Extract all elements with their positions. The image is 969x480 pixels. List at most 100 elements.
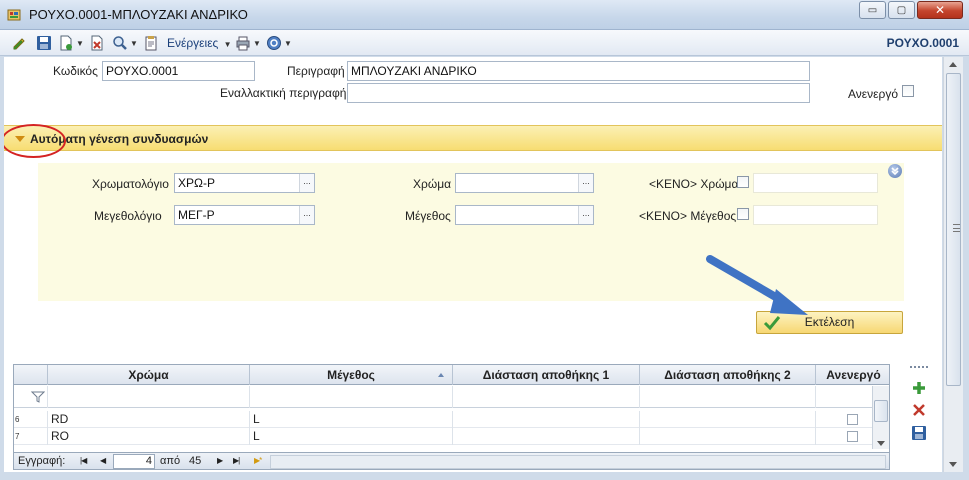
size-label: Μέγεθος [405,209,451,223]
cell-dim-1[interactable] [453,428,640,445]
next-record-icon[interactable]: ▶ [217,456,223,465]
main-scroll-thumb[interactable] [946,73,961,386]
row-number: 6 [14,411,48,428]
description-label: Περιγραφή [287,64,345,78]
cell-dim-2[interactable] [640,411,816,428]
new-record-icon[interactable]: ▶* [254,456,262,465]
search-icon[interactable]: ▼ [112,35,138,51]
inactive-label: Ανενεργό [848,87,898,101]
grid-scrollbar[interactable] [872,386,889,449]
edit-icon[interactable] [12,35,28,51]
alt-description-input[interactable] [347,83,810,103]
cell-dim-2[interactable] [640,428,816,445]
combinations-grid: Χρώμα Μέγεθος Διάσταση αποθήκης 1 Διάστα… [13,364,890,470]
empty-color-checkbox[interactable] [737,176,749,188]
prev-record-icon[interactable]: ◀ [100,456,106,465]
empty-color-value [753,173,878,193]
cell-size[interactable]: L [250,411,453,428]
cell-inactive-checkbox[interactable] [847,431,858,442]
toolbar: ▼ ▼ Ενέργειες ▼ ▼ ▼ ΡΟΥΧΟ.0001 [0,30,969,56]
size-picker-button[interactable]: ... [578,206,593,224]
first-record-icon[interactable]: |◀ [80,456,87,465]
auto-generation-header[interactable]: Αυτόματη γένεση συνδυασμών [4,125,942,151]
sort-ascending-icon [438,373,444,377]
close-button[interactable]: ✕ [917,1,963,19]
description-input[interactable]: ΜΠΛΟΥΖΑΚΙ ΑΝΔΡΙΚΟ [347,61,810,81]
save-icon[interactable] [36,35,52,51]
add-row-icon[interactable] [911,380,927,396]
code-input[interactable]: ΡΟΥΧΟ.0001 [102,61,255,81]
cell-color[interactable]: RD [48,411,250,428]
empty-color-label: <ΚΕΝΟ> Χρώμα [649,177,739,191]
cell-color[interactable]: RO [48,428,250,445]
row-number: 7 [14,428,48,445]
delete-icon[interactable] [89,35,105,51]
record-code: ΡΟΥΧΟ.0001 [886,36,959,50]
size-chart-label: Μεγεθολόγιο [94,209,162,223]
window-title: ΡΟΥΧΟ.0001-ΜΠΛΟΥΖΑΚΙ ΑΝΔΡΙΚΟ [29,7,248,22]
annotation-arrow [706,255,808,315]
cell-size[interactable]: L [250,428,453,445]
app-icon [7,9,21,21]
grid-header: Χρώμα Μέγεθος Διάσταση αποθήκης 1 Διάστα… [14,365,889,385]
empty-size-label: <ΚΕΝΟ> Μέγεθος [639,209,737,223]
column-header-inactive[interactable]: Ανενεργό [816,365,889,385]
actions-menu[interactable]: Ενέργειες ▼ [167,36,232,50]
size-chart-picker-button[interactable]: ... [299,206,314,224]
last-record-icon[interactable]: ▶| [233,456,240,465]
scroll-down-icon[interactable] [949,462,957,467]
inactive-checkbox[interactable] [902,85,914,97]
maximize-button[interactable]: ▢ [888,1,915,19]
empty-size-value [753,205,878,225]
save-rows-icon[interactable] [911,425,927,441]
window-title-bar: ΡΟΥΧΟ.0001-ΜΠΛΟΥΖΑΚΙ ΑΝΔΡΙΚΟ ▭ ▢ ✕ [0,0,969,30]
column-header-warehouse-dim-2[interactable]: Διάσταση αποθήκης 2 [640,365,816,385]
color-chart-input[interactable]: ΧΡΩ-Ρ ... [174,173,315,193]
toolbar-grip [910,366,928,368]
grid-filter-row[interactable] [14,386,889,408]
grid-corner [14,365,48,385]
highlight-ellipse [4,124,66,158]
filter-icon[interactable] [31,390,45,404]
scroll-up-icon[interactable] [949,62,957,67]
help-icon[interactable]: ▼ [266,35,292,51]
of-label: από [160,455,181,467]
record-navigator: Εγγραφή: |◀ ◀ 4 από 45 ▶ ▶| ▶* [14,452,889,469]
filter-cell[interactable] [14,386,48,408]
minimize-button[interactable]: ▭ [859,1,886,19]
table-row[interactable]: 7 RO L [14,428,889,445]
size-input[interactable]: ... [455,205,594,225]
remove-row-icon[interactable] [911,402,927,418]
column-header-size[interactable]: Μέγεθος [250,365,453,385]
cell-inactive-checkbox[interactable] [847,414,858,425]
empty-size-checkbox[interactable] [737,208,749,220]
color-label: Χρώμα [413,177,452,191]
alt-description-label: Εναλλακτική περιγραφή [220,86,347,100]
current-record-input[interactable]: 4 [113,454,155,469]
filter-cell-size[interactable] [250,386,453,408]
grid-side-toolbar [907,364,931,472]
size-chart-input[interactable]: ΜΕΓ-Ρ ... [174,205,315,225]
filter-cell-dim-2[interactable] [640,386,816,408]
color-input[interactable]: ... [455,173,594,193]
code-label: Κωδικός [53,64,98,78]
cell-dim-1[interactable] [453,411,640,428]
grid-scroll-thumb[interactable] [874,400,888,422]
filter-cell-dim-1[interactable] [453,386,640,408]
main-scrollbar[interactable] [943,57,963,472]
form-content: Κωδικός ΡΟΥΧΟ.0001 Περιγραφή ΜΠΛΟΥΖΑΚΙ Α… [4,57,942,472]
print-icon[interactable]: ▼ [235,35,261,51]
notes-icon[interactable] [143,35,159,51]
table-row[interactable]: 6 RD L [14,411,889,428]
color-chart-picker-button[interactable]: ... [299,174,314,192]
column-header-color[interactable]: Χρώμα [48,365,250,385]
grid-horizontal-scrollbar[interactable] [270,455,886,469]
color-chart-label: Χρωματολόγιο [92,177,169,191]
scroll-down-icon[interactable] [877,441,885,446]
total-records: 45 [189,455,202,467]
new-document-icon[interactable]: ▼ [58,35,84,51]
color-picker-button[interactable]: ... [578,174,593,192]
column-header-warehouse-dim-1[interactable]: Διάσταση αποθήκης 1 [453,365,640,385]
filter-cell-color[interactable] [48,386,250,408]
expand-more-icon[interactable] [888,164,902,178]
